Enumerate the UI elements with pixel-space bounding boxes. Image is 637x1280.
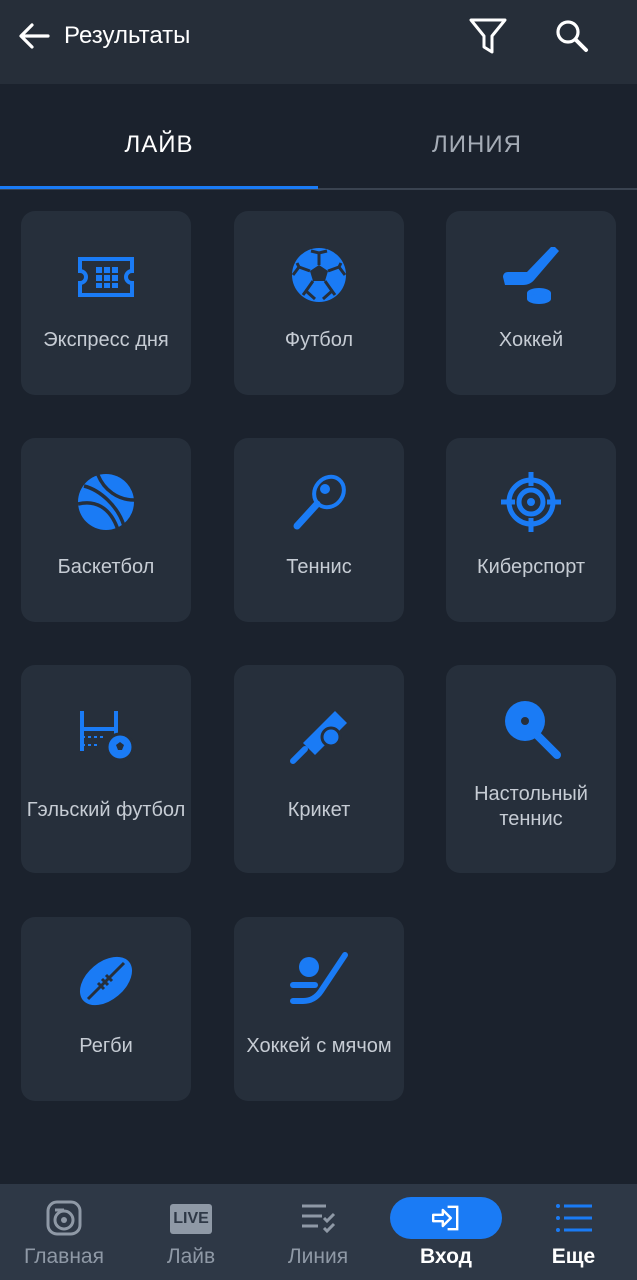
tab-active-indicator xyxy=(0,186,318,189)
live-icon: LIVE xyxy=(170,1204,212,1234)
sport-label: Баскетбол xyxy=(57,556,155,578)
sport-label: Настольный теннис xyxy=(474,783,588,830)
search-icon[interactable] xyxy=(552,16,592,56)
nav-label: Вход xyxy=(420,1245,472,1268)
tab-bar: ЛАЙВ ЛИНИЯ xyxy=(0,84,637,190)
menu-icon xyxy=(555,1204,592,1232)
sport-card-bandy[interactable]: Хоккей с мячом xyxy=(234,917,404,1101)
hockey-stick-icon xyxy=(503,247,559,304)
nav-label: Главная xyxy=(24,1245,104,1268)
sport-card-table-tennis[interactable]: Настольный теннис xyxy=(446,665,616,873)
live-icon-text: LIVE xyxy=(173,1210,209,1227)
table-tennis-icon xyxy=(505,701,561,759)
sport-label: Киберспорт xyxy=(476,556,586,578)
sport-label: Хоккей xyxy=(498,329,564,351)
bottom-navigation: Главная LIVE Лайв Линия Вход Еще xyxy=(0,1184,637,1280)
sport-label: Крикет xyxy=(287,799,351,821)
gaelic-goal-icon xyxy=(80,711,135,762)
sport-card-cricket[interactable]: Крикет xyxy=(234,665,404,873)
sport-card-gaelic-football[interactable]: Гэльский футбол xyxy=(21,665,191,873)
crosshair-icon xyxy=(501,472,561,532)
sport-label: Хоккей с мячом xyxy=(246,1035,392,1057)
sport-card-basketball[interactable]: Баскетбол xyxy=(21,438,191,622)
rugby-ball-icon xyxy=(79,956,133,1006)
sport-card-express[interactable]: Экспресс дня xyxy=(21,211,191,395)
nav-more[interactable]: Еще xyxy=(510,1184,637,1280)
bandy-icon xyxy=(290,952,348,1004)
nav-label: Еще xyxy=(551,1245,596,1268)
nav-home[interactable]: Главная xyxy=(0,1184,128,1280)
login-icon xyxy=(432,1205,459,1231)
cricket-bat-icon xyxy=(290,711,347,764)
sport-card-rugby[interactable]: Регби xyxy=(21,917,191,1101)
sport-label: Футбол xyxy=(284,329,354,351)
nav-label: Линия xyxy=(287,1245,349,1268)
arrow-left-icon[interactable] xyxy=(16,18,52,54)
page-title: Результаты xyxy=(64,22,191,49)
home-ball-icon xyxy=(46,1200,82,1236)
sport-card-esports[interactable]: Киберспорт xyxy=(446,438,616,622)
soccer-ball-icon xyxy=(291,248,347,302)
sport-label: Экспресс дня xyxy=(43,329,169,351)
ticket-icon xyxy=(78,257,134,297)
nav-line[interactable]: Линия xyxy=(254,1184,382,1280)
checklist-icon xyxy=(302,1204,336,1234)
sport-label: Теннис xyxy=(286,556,352,578)
sport-card-hockey[interactable]: Хоккей xyxy=(446,211,616,395)
nav-login[interactable]: Вход xyxy=(382,1184,510,1280)
basketball-icon xyxy=(77,474,135,531)
sport-label: Регби xyxy=(79,1035,133,1057)
sport-label: Гэльский футбол xyxy=(26,799,186,821)
nav-live[interactable]: LIVE Лайв xyxy=(128,1184,254,1280)
filter-icon[interactable] xyxy=(466,14,510,58)
tab-live[interactable]: ЛАЙВ xyxy=(0,130,318,160)
tennis-racket-icon xyxy=(293,474,346,530)
sport-card-tennis[interactable]: Теннис xyxy=(234,438,404,622)
app-bar: Результаты xyxy=(0,0,637,84)
tab-line[interactable]: ЛИНИЯ xyxy=(318,130,636,160)
nav-label: Лайв xyxy=(166,1245,216,1268)
sport-card-football[interactable]: Футбол xyxy=(234,211,404,395)
